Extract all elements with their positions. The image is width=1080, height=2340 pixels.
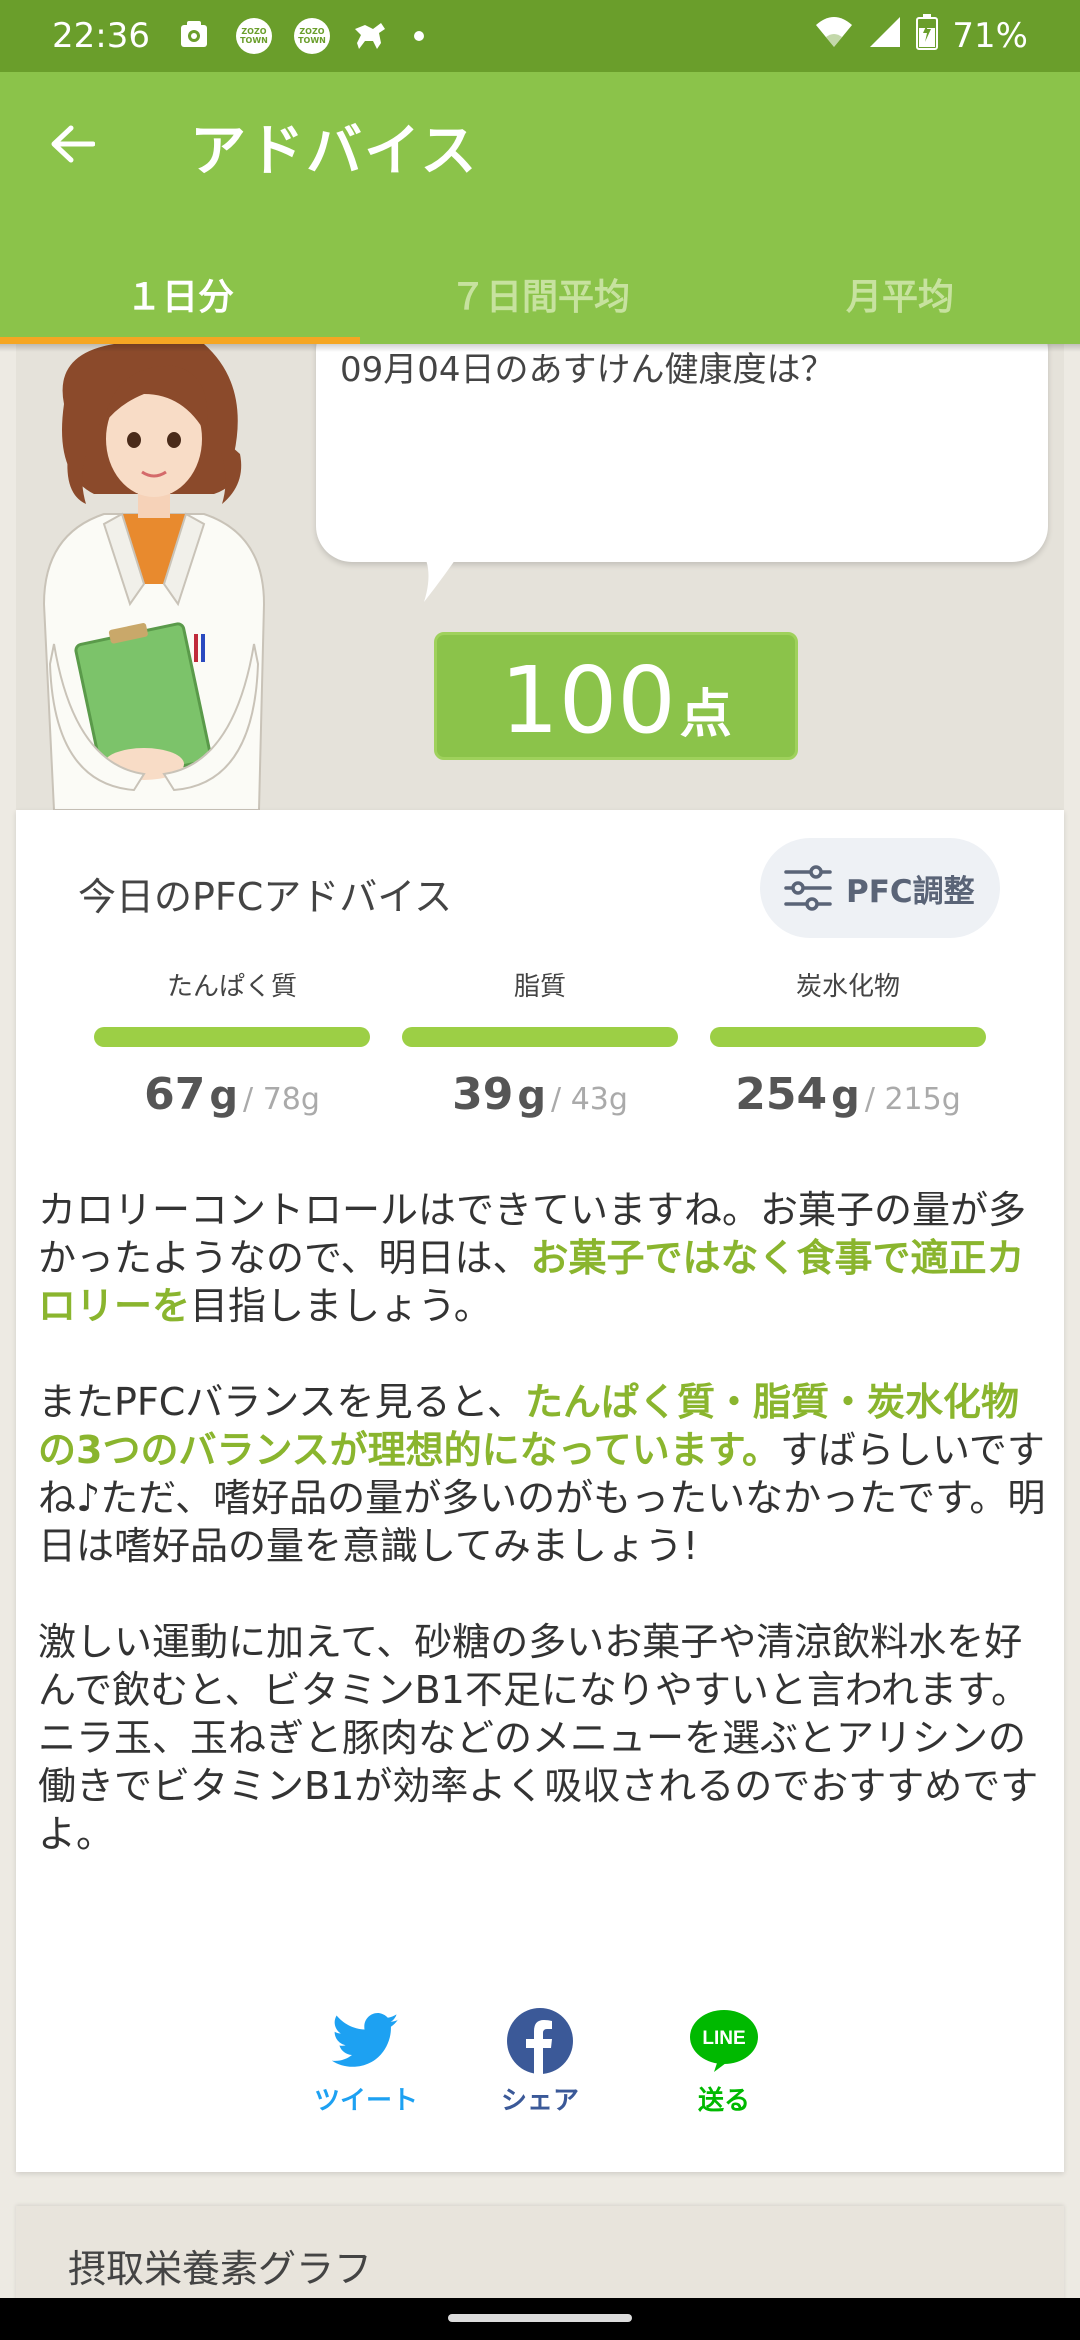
nutrient-unit: g xyxy=(517,1073,546,1119)
nutrient-graph-title: 摂取栄養素グラフ xyxy=(68,2247,373,2291)
pfc-advice-title: 今日のPFCアドバイス xyxy=(78,875,453,919)
advisor-illustration xyxy=(42,344,266,810)
battery-icon xyxy=(916,13,939,59)
back-button[interactable] xyxy=(40,112,104,176)
page-title: アドバイス xyxy=(190,119,479,184)
wifi-icon xyxy=(814,15,854,58)
nutrient-label: たんぱく質 xyxy=(166,972,297,1002)
health-score-value: 100 xyxy=(500,647,676,754)
facebook-icon xyxy=(505,2006,575,2076)
nutrient-progress-bar xyxy=(402,1027,678,1047)
sliders-icon xyxy=(784,865,832,911)
nutrient-progress-bar xyxy=(94,1027,370,1047)
nutrient-target: / 215g xyxy=(864,1082,961,1117)
nutrient-value: 39 xyxy=(452,1069,514,1120)
speech-bubble-text: 09月04日のあすけん健康度は？ xyxy=(340,350,835,390)
battery-percent: 71% xyxy=(952,16,1028,56)
tab-bar: １日分 ７日間平均 月平均 xyxy=(0,244,1080,344)
tab-monthly-average[interactable]: 月平均 xyxy=(720,244,1080,344)
home-gesture-pill[interactable] xyxy=(448,2314,632,2322)
app-bar-shadow xyxy=(0,344,1080,352)
nutrient-value: 254 xyxy=(735,1069,828,1120)
tab-one-day[interactable]: １日分 xyxy=(0,244,360,344)
status-bar: 22:36 ZOZO TOWN ZOZO TOWN 71% xyxy=(0,0,1080,72)
arrow-left-icon xyxy=(51,125,95,163)
nutrient-carbohydrate: 炭水化物 254 g / 215g xyxy=(710,966,986,1120)
sync-icon xyxy=(176,16,216,56)
app-bar: アドバイス １日分 ７日間平均 月平均 xyxy=(0,72,1080,344)
twitter-share-label: ツイート xyxy=(313,2086,418,2116)
nutrient-unit: g xyxy=(209,1073,238,1119)
nutrient-fat: 脂質 39 g / 43g xyxy=(402,966,678,1120)
tab-seven-day-average[interactable]: ７日間平均 xyxy=(360,244,720,344)
facebook-share-label: シェア xyxy=(500,2086,579,2116)
line-share-button[interactable]: LINE 送る xyxy=(654,2006,794,2117)
nutrient-label: 脂質 xyxy=(513,972,566,1002)
nutrient-progress-bar xyxy=(710,1027,986,1047)
line-icon: LINE xyxy=(689,2006,759,2076)
horse-icon xyxy=(350,16,390,56)
twitter-share-button[interactable]: ツイート xyxy=(296,2006,436,2117)
advice-paragraph: 激しい運動に加えて、砂糖の多いお菓子や清涼飲料水を好んで飲むと、ビタミンB1不足… xyxy=(38,1620,1039,1856)
speech-bubble-tail xyxy=(416,544,466,602)
pfc-adjust-button[interactable]: PFC調整 xyxy=(760,838,1000,938)
nutrient-protein: たんぱく質 67 g / 78g xyxy=(94,966,370,1120)
nutrient-unit: g xyxy=(831,1073,860,1119)
nutrient-target: / 43g xyxy=(551,1082,628,1117)
advice-paragraph: またPFCバランスを見ると、たんぱく質・脂質・炭水化物の3つのバランスが理想的に… xyxy=(38,1380,1046,1568)
pfc-advice-card: 今日のPFCアドバイス PFC調整 たんぱく質 67 g / 78g 脂質 39 g… xyxy=(16,810,1064,2172)
advice-paragraph: カロリーコントロールはできていますね。お菓子の量が多かったようなので、明日は、お… xyxy=(38,1188,1027,1328)
signal-icon xyxy=(868,15,902,58)
line-share-label: 送る xyxy=(697,2086,750,2116)
facebook-share-button[interactable]: シェア xyxy=(470,2006,610,2117)
health-score-unit: 点 xyxy=(679,685,732,745)
dot-icon xyxy=(413,31,424,41)
advice-text: カロリーコントロールはできていますね。お菓子の量が多かったようなので、明日は、お… xyxy=(38,1186,1048,1906)
zozo-icon: ZOZO TOWN xyxy=(292,16,332,56)
zozo-icon: ZOZO TOWN xyxy=(234,16,274,56)
nutrient-label: 炭水化物 xyxy=(795,972,900,1002)
tab-indicator xyxy=(0,337,360,344)
status-time: 22:36 xyxy=(52,16,150,56)
pfc-adjust-label: PFC調整 xyxy=(846,873,975,910)
line-logo-text: LINE xyxy=(702,2028,745,2049)
nutrient-value: 67 xyxy=(144,1069,206,1120)
twitter-icon xyxy=(331,2006,401,2076)
nutrient-target: / 78g xyxy=(243,1082,320,1117)
health-score-badge: 100 点 xyxy=(434,632,798,760)
system-navigation-bar xyxy=(0,2298,1080,2340)
health-score-hero: 09月04日のあすけん健康度は？ 100 点 xyxy=(16,344,1064,810)
